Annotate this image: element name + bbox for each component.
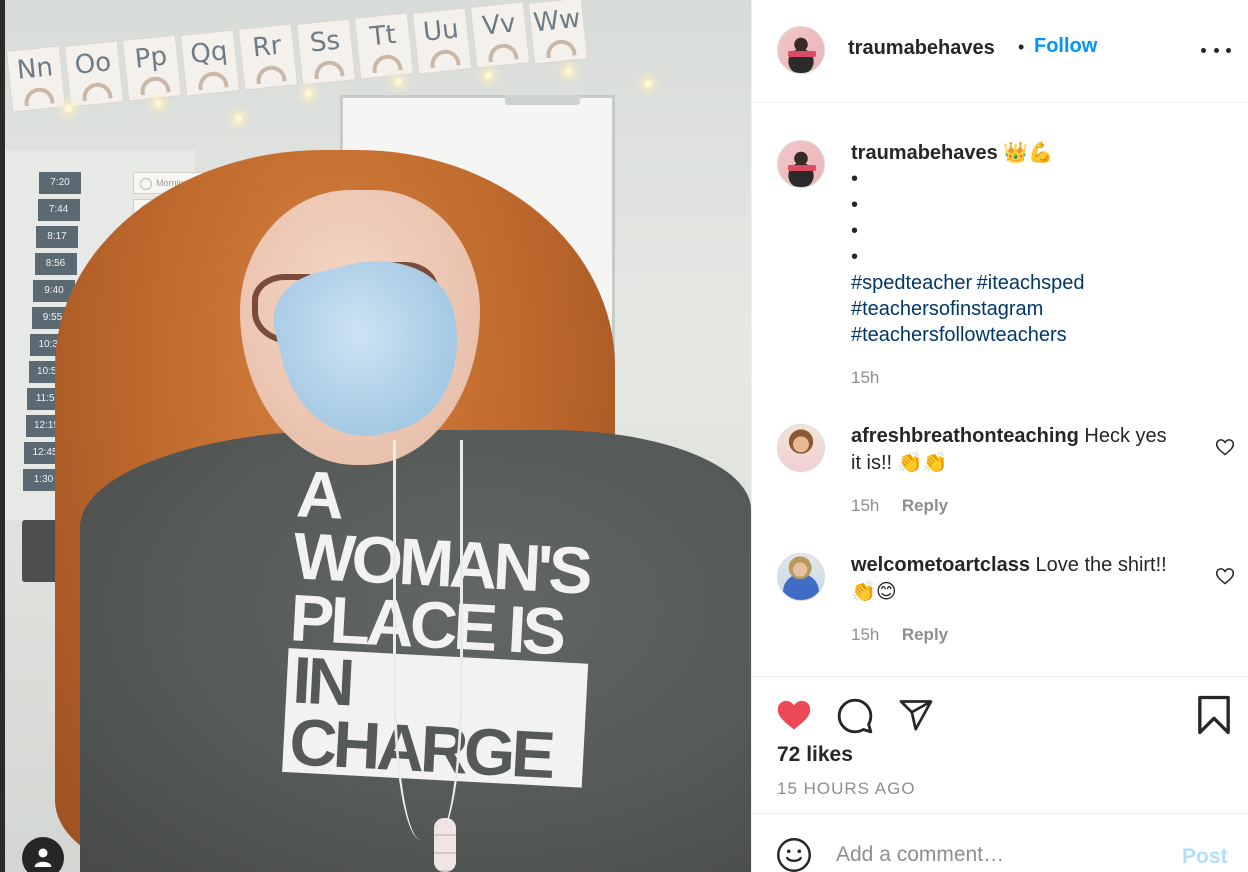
commenter-avatar[interactable] — [777, 424, 825, 472]
caption-bullet: • — [851, 194, 859, 216]
schedule-time: 8:56 — [34, 253, 77, 275]
hashtag-link[interactable]: #iteachsped — [977, 272, 1085, 294]
hashtag-link[interactable]: #teachersfollowteachers — [851, 324, 1067, 346]
tagged-users-button[interactable] — [22, 837, 64, 872]
reply-button[interactable]: Reply — [902, 496, 948, 515]
comment-input[interactable] — [836, 843, 1156, 867]
caption-emojis: 👑💪 — [1003, 140, 1054, 164]
author-avatar[interactable] — [777, 26, 825, 74]
schedule-time: 7:44 — [37, 199, 80, 221]
commenter-username[interactable]: welcometoartclass — [851, 554, 1030, 576]
light-bulb — [395, 78, 402, 85]
author-username[interactable]: traumabehaves — [848, 37, 995, 60]
bookmark-icon[interactable] — [1197, 695, 1231, 735]
comment-timestamp[interactable]: 15h — [851, 625, 879, 644]
comment-bubble-icon[interactable] — [836, 697, 874, 735]
lanyard — [393, 440, 463, 840]
light-bulb — [645, 80, 652, 87]
alphabet-card: Vv — [469, 1, 531, 69]
comment-emojis: 👏👏 — [897, 450, 948, 474]
lanyard-beads — [434, 818, 456, 872]
photo-edge — [0, 0, 5, 872]
post-header: traumabehaves • Follow — [752, 0, 1248, 103]
caption-timestamp[interactable]: 15h — [851, 368, 879, 387]
light-bulb — [65, 105, 72, 112]
hashtag-link[interactable]: #teachersofinstagram — [851, 298, 1043, 320]
comment-item: welcometoartclass Love the shirt!! 👏😊 15… — [851, 552, 1181, 645]
caption-bullet: • — [851, 168, 859, 190]
light-bulb — [155, 100, 162, 107]
comment-like-icon[interactable] — [1215, 566, 1235, 586]
caption-username[interactable]: traumabehaves — [851, 142, 998, 164]
caption: traumabehaves 👑💪 • • • • #spedteacher #i… — [851, 139, 1211, 388]
commenter-username[interactable]: afreshbreathonteaching — [851, 425, 1079, 447]
caption-bullet: • — [851, 246, 859, 268]
post-comment-button[interactable]: Post — [1182, 845, 1228, 869]
light-bulb — [235, 115, 242, 122]
follow-button[interactable]: Follow — [1034, 35, 1097, 58]
light-bulb — [485, 72, 492, 79]
schedule-time: 7:20 — [39, 172, 81, 194]
paper-plane-icon[interactable] — [897, 697, 935, 733]
light-bulb — [565, 68, 572, 75]
comment-timestamp[interactable]: 15h — [851, 496, 879, 515]
caption-bullet: • — [851, 220, 859, 242]
comment-emojis: 👏😊 — [851, 579, 897, 603]
comment-composer: Post — [752, 815, 1248, 872]
post-age[interactable]: 15 HOURS AGO — [777, 779, 916, 799]
alphabet-card: Ww — [527, 0, 589, 65]
caption-avatar[interactable] — [777, 140, 825, 188]
header-separator: • — [1018, 37, 1025, 57]
comments-list[interactable]: traumabehaves 👑💪 • • • • #spedteacher #i… — [752, 104, 1248, 676]
post-photo[interactable]: NnOoPpQqRrSsTtUuVvWw 7:20Morning7:44ELA8… — [0, 0, 751, 872]
post-side-panel: traumabehaves • Follow traumabehaves 👑💪 … — [751, 0, 1248, 872]
user-silhouette-icon — [34, 848, 52, 867]
comment-item: afreshbreathonteaching Heck yes it is!! … — [851, 423, 1181, 516]
comment-text: Love the shirt!! — [1035, 554, 1167, 576]
comment-like-icon[interactable] — [1215, 437, 1235, 457]
smiley-icon[interactable] — [776, 837, 812, 872]
more-horizontal-icon[interactable] — [1201, 38, 1231, 62]
reply-button[interactable]: Reply — [902, 625, 948, 644]
hashtag-link[interactable]: #spedteacher — [851, 272, 972, 294]
heart-icon[interactable] — [775, 697, 813, 731]
likes-count[interactable]: 72 likes — [777, 743, 853, 767]
light-bulb — [305, 90, 312, 97]
commenter-avatar[interactable] — [777, 553, 825, 601]
whiteboard-tray — [505, 95, 580, 105]
schedule-time: 8:17 — [36, 226, 78, 248]
